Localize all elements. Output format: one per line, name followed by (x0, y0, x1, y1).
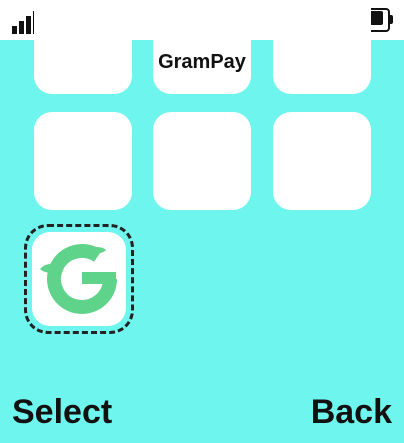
app-tile[interactable] (273, 112, 371, 210)
select-softkey[interactable]: Select (12, 387, 112, 437)
page-title: GramPay (158, 51, 246, 73)
softkey-bar: Select Back (0, 387, 404, 437)
app-tile-grampay[interactable] (32, 232, 126, 326)
back-softkey[interactable]: Back (311, 387, 392, 437)
app-tile[interactable] (34, 112, 132, 210)
grampay-logo-icon (40, 243, 117, 314)
screen: GramPay Select Back (0, 0, 404, 443)
app-tile[interactable] (153, 112, 251, 210)
